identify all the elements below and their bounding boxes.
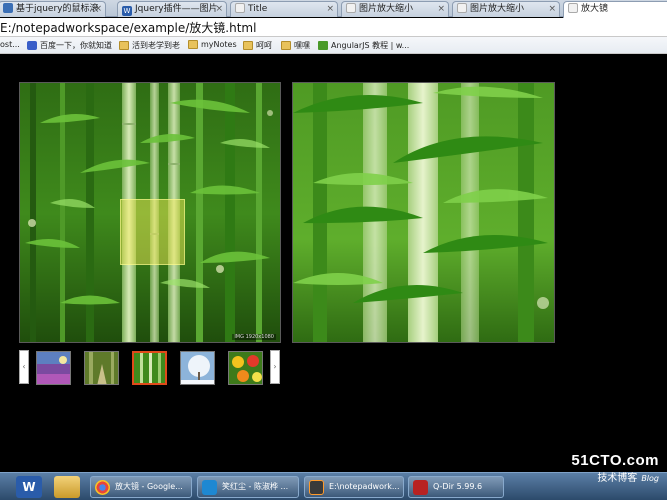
main-image[interactable]: IMG 1920x1080: [19, 82, 281, 343]
forest-path-image: [85, 352, 118, 384]
bookmark-label: 嘿嘿: [294, 41, 310, 50]
thumbnail-flowers[interactable]: [228, 351, 263, 385]
watermark-blog: Blog: [641, 474, 659, 483]
bookmark-label: 呵呵: [256, 41, 272, 50]
lavender-field-image: [37, 352, 70, 384]
zoom-view: [292, 82, 555, 343]
bookmarks-bar: ost... 百度一下，你就知道 活到老学到老 myNotes 呵呵 嘿嘿 An…: [0, 37, 667, 54]
baidu-icon: [27, 41, 37, 50]
screen: 基于jquery的鼠标滚 × W Jquery插件——图片 × Title × 图…: [0, 0, 667, 500]
task-chrome[interactable]: 放大镜 - Google...: [90, 476, 192, 498]
prev-arrow-button[interactable]: ‹: [19, 350, 29, 384]
bookmark-folder-mynotes[interactable]: myNotes: [188, 40, 237, 49]
tab-label: 放大镜: [581, 4, 609, 14]
address-url[interactable]: E:/notepadworkspace/example/放大镜.html: [0, 19, 256, 36]
blank-page-icon: [346, 3, 356, 13]
sublime-icon: [309, 480, 324, 495]
chrome-icon: [95, 480, 110, 495]
flowers-image: [229, 352, 262, 384]
bookmark-label: AngularJS 教程 | w...: [331, 41, 410, 50]
site-watermark: 51CTO.com 技术博客 Blog: [571, 452, 659, 484]
folder-icon: [119, 41, 129, 50]
blank-page-icon: [568, 3, 578, 13]
task-music-player[interactable]: 笑红尘 - 陈淑桦 ...: [197, 476, 299, 498]
bookmark-angularjs[interactable]: AngularJS 教程 | w...: [318, 40, 409, 51]
word-icon: W: [122, 6, 132, 16]
blank-page-icon: [457, 3, 467, 13]
angular-site-icon: [318, 41, 328, 50]
tab-label: Title: [248, 4, 268, 14]
qdir-icon: [413, 480, 428, 495]
bookmark-ost[interactable]: ost...: [0, 40, 20, 49]
page-content: IMG 1920x1080 ‹ ›: [0, 55, 667, 472]
tab-label: Jquery插件——图片: [135, 4, 218, 14]
task-qdir[interactable]: Q-Dir 5.99.6: [408, 476, 504, 498]
close-icon[interactable]: ×: [326, 2, 334, 16]
zoomed-bamboo-photo: [293, 83, 554, 342]
task-sublime[interactable]: E:\notepadwork...: [304, 476, 404, 498]
thumbnail-snowy-tree[interactable]: [180, 351, 215, 385]
magnifier-lens[interactable]: [120, 199, 185, 265]
bookmark-folder-hehe[interactable]: 呵呵: [243, 40, 272, 51]
watermark-tagline: 技术博客: [597, 473, 638, 484]
tab-jquery-scroll[interactable]: 基于jquery的鼠标滚 ×: [0, 1, 106, 17]
bamboo-thumbnail-image: [134, 353, 165, 383]
close-icon[interactable]: ×: [548, 2, 556, 16]
close-icon[interactable]: ×: [215, 2, 223, 16]
task-label: 笑红尘 - 陈淑桦 ...: [222, 482, 289, 491]
bookmark-baidu[interactable]: 百度一下，你就知道: [27, 40, 112, 51]
bookmark-label: 活到老学到老: [132, 41, 180, 50]
tab-image-zoom-1[interactable]: 图片放大缩小 ×: [341, 1, 449, 17]
explorer-icon[interactable]: [54, 476, 80, 498]
task-label: Q-Dir 5.99.6: [433, 482, 483, 491]
bookmark-label: ost...: [0, 40, 20, 49]
thumbnail-forest-path[interactable]: [84, 351, 119, 385]
close-icon[interactable]: ×: [437, 2, 445, 16]
blank-page-icon: [235, 3, 245, 13]
music-icon: [202, 480, 217, 495]
tab-label: 图片放大缩小: [359, 4, 414, 14]
folder-icon: [243, 41, 253, 50]
tab-label: 基于jquery的鼠标滚: [16, 4, 99, 14]
image-caption: IMG 1920x1080: [232, 334, 276, 340]
bookmark-label: 百度一下，你就知道: [40, 41, 112, 50]
thumbnail-strip: ‹ ›: [19, 349, 281, 387]
task-label: 放大镜 - Google...: [115, 482, 183, 491]
folder-icon: [281, 41, 291, 50]
tab-title[interactable]: Title ×: [230, 1, 338, 17]
document-icon: [3, 3, 13, 13]
snowy-tree-image: [181, 352, 214, 384]
tab-label: 图片放大缩小: [470, 4, 525, 14]
tab-image-zoom-2[interactable]: 图片放大缩小 ×: [452, 1, 560, 17]
thumbnail-lavender-field[interactable]: [36, 351, 71, 385]
task-label: E:\notepadwork...: [329, 482, 400, 491]
watermark-site: 51CTO.com: [571, 452, 659, 469]
close-icon[interactable]: ×: [94, 2, 102, 16]
address-bar[interactable]: E:/notepadworkspace/example/放大镜.html: [0, 18, 667, 37]
tab-magnifier[interactable]: 放大镜: [563, 1, 667, 18]
bookmark-folder-learning[interactable]: 活到老学到老: [119, 40, 180, 51]
bookmark-folder-heihei[interactable]: 嘿嘿: [281, 40, 310, 51]
thumbnail-bamboo[interactable]: [132, 351, 167, 385]
bookmark-label: myNotes: [201, 40, 237, 49]
word-icon[interactable]: W: [16, 476, 42, 498]
taskbar: W 放大镜 - Google... 笑红尘 - 陈淑桦 ... E:\notep…: [0, 472, 667, 500]
tab-jquery-plugin[interactable]: W Jquery插件——图片 ×: [117, 1, 227, 17]
next-arrow-button[interactable]: ›: [270, 350, 280, 384]
browser-tab-strip: 基于jquery的鼠标滚 × W Jquery插件——图片 × Title × 图…: [0, 0, 667, 18]
folder-icon: [188, 40, 198, 49]
